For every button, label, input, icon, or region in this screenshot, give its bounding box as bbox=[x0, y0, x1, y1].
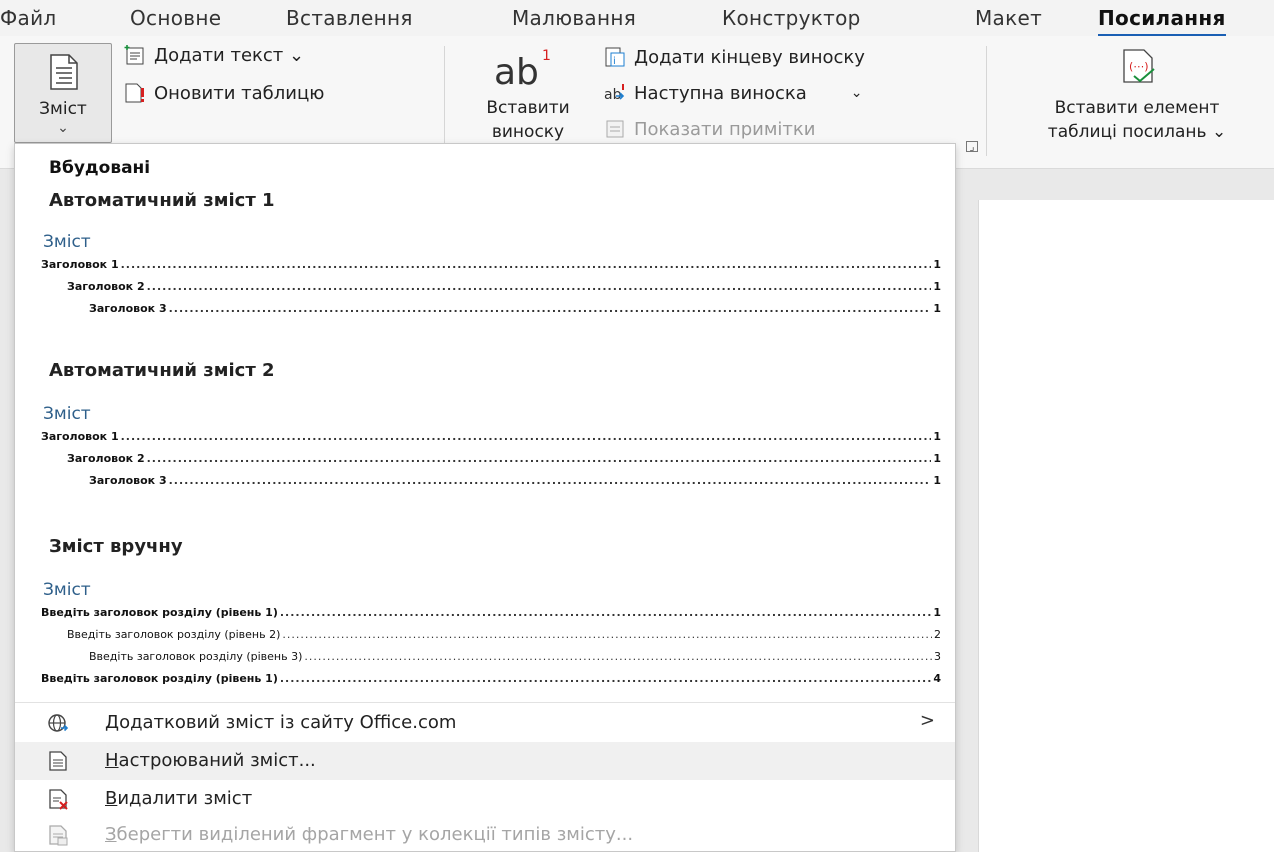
add-text-label: Додати текст ⌄ bbox=[154, 44, 305, 66]
toc-entry: Введіть заголовок розділу (рівень 3)3 bbox=[41, 646, 941, 668]
insert-footnote-button[interactable]: ab 1 Вставити виноску bbox=[466, 44, 590, 156]
manual-toc-title: Зміст вручну bbox=[49, 536, 183, 557]
insert-table-of-authorities-button[interactable]: (⋯) Вставити елемент таблиці посилань ⌄ bbox=[1000, 44, 1274, 156]
remove-toc-label: идалити зміст bbox=[117, 788, 253, 809]
tab-layout[interactable]: Макет bbox=[975, 6, 1042, 30]
tab-references[interactable]: Посилання bbox=[1098, 6, 1226, 37]
toc-entry: Заголовок 31 bbox=[41, 470, 941, 492]
preview-title: Зміст bbox=[43, 232, 91, 252]
gallery-header: Вбудовані bbox=[49, 158, 151, 178]
add-endnote-button[interactable]: i Додати кінцеву виноску bbox=[604, 46, 865, 68]
preview-title: Зміст bbox=[43, 580, 91, 600]
auto-toc-1-preview[interactable]: Зміст Заголовок 11 Заголовок 21 Заголово… bbox=[41, 232, 941, 320]
toc-entry: Введіть заголовок розділу (рівень 1)4 bbox=[41, 668, 941, 690]
toc-button-label: Зміст bbox=[39, 99, 87, 119]
endnote-icon: i bbox=[604, 46, 626, 68]
tab-insert[interactable]: Вставлення bbox=[286, 6, 413, 30]
show-notes-button[interactable]: Показати примітки bbox=[604, 118, 816, 140]
show-notes-label: Показати примітки bbox=[634, 118, 816, 140]
add-text-icon bbox=[124, 44, 146, 66]
svg-text:i: i bbox=[613, 56, 616, 67]
save-to-gallery-icon bbox=[47, 824, 69, 846]
next-footnote-button[interactable]: ab Наступна виноска ⌄ bbox=[604, 82, 863, 104]
custom-toc-label: астроюваний зміст... bbox=[118, 750, 316, 771]
tab-home[interactable]: Основне bbox=[130, 6, 221, 30]
remove-toc-item[interactable]: Видалити зміст bbox=[15, 780, 955, 818]
add-text-button[interactable]: Додати текст ⌄ bbox=[124, 44, 304, 66]
document-icon bbox=[49, 54, 79, 94]
chevron-right-icon: > bbox=[919, 710, 935, 731]
custom-toc-item[interactable]: Настроюваний зміст... bbox=[15, 742, 955, 780]
add-endnote-label: Додати кінцеву виноску bbox=[634, 46, 865, 68]
tab-file[interactable]: Файл bbox=[0, 6, 56, 30]
toc-entry: Заголовок 21 bbox=[41, 448, 941, 470]
toc-entry: Заголовок 11 bbox=[41, 254, 941, 276]
more-toc-label: Додатковий зміст із сайту Office.com bbox=[105, 712, 457, 733]
notes-icon bbox=[604, 118, 626, 140]
dialog-launcher-icon[interactable]: ⌟ bbox=[966, 141, 978, 152]
remove-document-icon bbox=[47, 788, 69, 810]
update-table-icon bbox=[124, 82, 146, 104]
update-table-button[interactable]: Оновити таблицю bbox=[124, 82, 324, 104]
toc-entry: Введіть заголовок розділу (рівень 1)1 bbox=[41, 602, 941, 624]
insert-footnote-label-1: Вставити bbox=[486, 98, 570, 118]
globe-icon bbox=[47, 712, 69, 734]
auto-toc-1-title: Автоматичний зміст 1 bbox=[49, 190, 275, 211]
chevron-down-icon: ⌄ bbox=[850, 85, 863, 101]
svg-text:1: 1 bbox=[542, 48, 551, 64]
ribbon-tab-bar: Файл Основне Вставлення Малювання Констр… bbox=[0, 0, 1274, 37]
custom-toc-access-key: Н bbox=[105, 750, 119, 771]
ribbon-separator bbox=[444, 46, 445, 156]
auto-toc-2-preview[interactable]: Зміст Заголовок 11 Заголовок 21 Заголово… bbox=[41, 404, 941, 492]
insert-toa-label-2: таблиці посилань ⌄ bbox=[1047, 122, 1227, 142]
manual-toc-preview[interactable]: Зміст Введіть заголовок розділу (рівень … bbox=[41, 580, 941, 690]
next-footnote-icon: ab bbox=[604, 82, 626, 104]
svg-text:ab: ab bbox=[604, 87, 622, 103]
svg-text:(⋯): (⋯) bbox=[1129, 60, 1149, 73]
toc-entry: Заголовок 21 bbox=[41, 276, 941, 298]
table-of-contents-button[interactable]: Зміст ⌄ bbox=[14, 43, 112, 143]
tab-design[interactable]: Конструктор bbox=[722, 6, 861, 30]
chevron-down-icon: ⌄ bbox=[57, 120, 69, 136]
next-footnote-label: Наступна виноска bbox=[634, 82, 807, 104]
tab-draw[interactable]: Малювання bbox=[512, 6, 636, 30]
save-selection-to-gallery-item[interactable]: Зберегти виділений фрагмент у колекції т… bbox=[15, 816, 955, 852]
table-of-authorities-icon: (⋯) bbox=[1120, 46, 1160, 90]
document-page[interactable] bbox=[978, 200, 1274, 852]
toc-entry: Введіть заголовок розділу (рівень 2)2 bbox=[41, 624, 941, 646]
menu-divider bbox=[15, 702, 955, 703]
svg-text:ab: ab bbox=[494, 52, 539, 88]
update-table-label: Оновити таблицю bbox=[154, 82, 325, 104]
ribbon-separator bbox=[986, 46, 987, 156]
save-selection-label: берегти виділений фрагмент у колекції ти… bbox=[116, 824, 634, 845]
save-selection-access-key: З bbox=[105, 824, 117, 845]
toc-entry: Заголовок 11 bbox=[41, 426, 941, 448]
insert-footnote-label-2: виноску bbox=[491, 122, 565, 142]
toc-entry: Заголовок 31 bbox=[41, 298, 941, 320]
remove-toc-access-key: В bbox=[105, 788, 118, 809]
more-toc-from-office-item[interactable]: Додатковий зміст із сайту Office.com > bbox=[15, 704, 955, 742]
insert-toa-label-1: Вставити елемент bbox=[1054, 98, 1220, 118]
table-of-contents-gallery: Вбудовані Автоматичний зміст 1 Зміст Заг… bbox=[14, 143, 956, 852]
footnote-icon: ab 1 bbox=[494, 46, 554, 93]
document-icon bbox=[47, 750, 69, 772]
preview-title: Зміст bbox=[43, 404, 91, 424]
auto-toc-2-title: Автоматичний зміст 2 bbox=[49, 360, 275, 381]
